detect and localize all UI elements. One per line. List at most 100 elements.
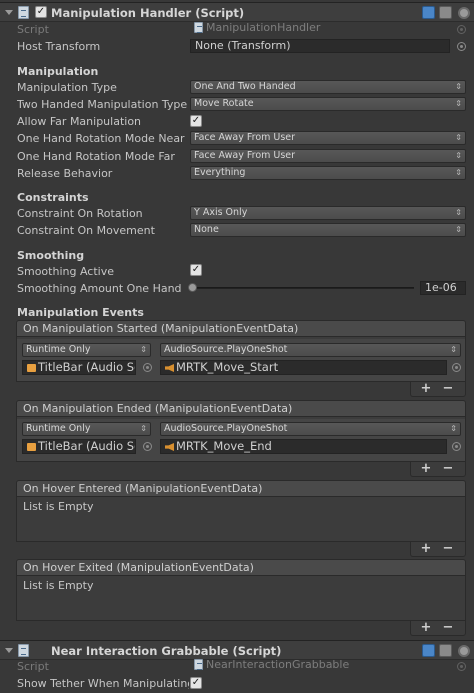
- constraint-rotation-dropdown[interactable]: Y Axis Only ⇕: [190, 206, 466, 220]
- rotation-near-dropdown[interactable]: Face Away From User ⇕: [190, 131, 466, 145]
- rotation-near-label: One Hand Rotation Mode Near: [17, 132, 185, 145]
- event-list-footer: + −: [410, 462, 466, 477]
- object-picker-icon[interactable]: [143, 363, 152, 372]
- script-field: NearInteractionGrabbable: [190, 659, 452, 673]
- preset-icon[interactable]: [439, 644, 452, 657]
- add-listener-button[interactable]: +: [419, 462, 433, 476]
- gameobject-icon: [27, 364, 36, 372]
- show-tether-checkbox[interactable]: ✓: [190, 677, 202, 689]
- target-object-field[interactable]: TitleBar (Audio So: [22, 360, 136, 375]
- section-manipulation-events: Manipulation Events: [17, 306, 144, 319]
- help-book-icon[interactable]: [422, 644, 435, 657]
- event-header-hover-entered: On Hover Entered (ManipulationEventData): [16, 480, 466, 497]
- constraint-rotation-value: Y Axis Only: [194, 207, 248, 218]
- section-smoothing: Smoothing: [17, 249, 85, 262]
- target-object-value: TitleBar (Audio So: [38, 439, 136, 453]
- dropdown-arrow-icon: ⇕: [450, 424, 457, 433]
- manipulation-type-dropdown[interactable]: One And Two Handed ⇕: [190, 80, 466, 94]
- object-picker-icon[interactable]: [452, 363, 461, 372]
- dropdown-arrow-icon: ⇕: [140, 424, 147, 433]
- two-handed-type-label: Two Handed Manipulation Type: [17, 98, 187, 111]
- event-list-footer: + −: [410, 542, 466, 557]
- release-behavior-value: Everything: [194, 167, 246, 178]
- add-listener-button[interactable]: +: [419, 542, 433, 556]
- component-enabled-checkbox[interactable]: ✓: [35, 6, 47, 18]
- gameobject-icon: [27, 443, 36, 451]
- add-listener-button[interactable]: +: [419, 621, 433, 635]
- rotation-near-value: Face Away From User: [194, 132, 296, 143]
- dropdown-arrow-icon: ⇕: [455, 133, 462, 142]
- help-book-icon[interactable]: [422, 6, 435, 19]
- component-title: Manipulation Handler (Script): [51, 6, 245, 20]
- dropdown-arrow-icon: ⇕: [455, 208, 462, 217]
- gear-icon[interactable]: [458, 645, 470, 657]
- component-title: Near Interaction Grabbable (Script): [51, 644, 282, 658]
- constraint-movement-value: None: [194, 224, 219, 235]
- section-manipulation: Manipulation: [17, 65, 99, 78]
- foldout-arrow-icon[interactable]: [5, 10, 13, 15]
- script-value: NearInteractionGrabbable: [206, 659, 350, 671]
- script-field: ManipulationHandler: [190, 22, 452, 36]
- object-picker-icon[interactable]: [143, 442, 152, 451]
- release-behavior-label: Release Behavior: [17, 167, 113, 180]
- component-header-near-interaction-grabbable[interactable]: Near Interaction Grabbable (Script): [0, 640, 474, 660]
- list-empty-text: List is Empty: [23, 500, 94, 513]
- runtime-dropdown[interactable]: Runtime Only ⇕: [22, 422, 151, 436]
- argument-object-field[interactable]: MRTK_Move_End: [160, 439, 447, 454]
- dropdown-arrow-icon: ⇕: [455, 151, 462, 160]
- audio-clip-icon: [165, 364, 174, 372]
- allow-far-label: Allow Far Manipulation: [17, 115, 142, 128]
- smoothing-amount-field[interactable]: 1e-06: [420, 281, 466, 295]
- two-handed-type-dropdown[interactable]: Move Rotate ⇕: [190, 97, 466, 111]
- target-object-field[interactable]: TitleBar (Audio So: [22, 439, 136, 454]
- dropdown-arrow-icon: ⇕: [455, 225, 462, 234]
- object-picker-icon[interactable]: [452, 442, 461, 451]
- function-value: AudioSource.PlayOneShot: [164, 423, 288, 434]
- dropdown-arrow-icon: ⇕: [140, 345, 147, 354]
- script-icon: [18, 644, 29, 657]
- rotation-far-value: Face Away From User: [194, 150, 296, 161]
- event-header-manipulation-ended: On Manipulation Ended (ManipulationEvent…: [16, 400, 466, 417]
- function-value: AudioSource.PlayOneShot: [164, 344, 288, 355]
- argument-value: MRTK_Move_End: [176, 439, 272, 453]
- script-icon: [18, 6, 29, 19]
- smoothing-slider-track[interactable]: [192, 287, 414, 289]
- object-picker-icon: [457, 25, 466, 34]
- foldout-arrow-icon[interactable]: [5, 648, 13, 653]
- event-header-hover-exited: On Hover Exited (ManipulationEventData): [16, 559, 466, 576]
- remove-listener-button[interactable]: −: [441, 462, 455, 476]
- target-object-value: TitleBar (Audio So: [38, 360, 136, 374]
- release-behavior-dropdown[interactable]: Everything ⇕: [190, 166, 466, 180]
- remove-listener-button[interactable]: −: [441, 621, 455, 635]
- smoothing-active-label: Smoothing Active: [17, 265, 114, 278]
- rotation-far-dropdown[interactable]: Face Away From User ⇕: [190, 149, 466, 163]
- add-listener-button[interactable]: +: [419, 382, 433, 396]
- preset-icon[interactable]: [439, 6, 452, 19]
- event-list-footer: + −: [410, 621, 466, 636]
- object-picker-icon: [457, 662, 466, 671]
- script-icon: [194, 22, 203, 33]
- rotation-far-label: One Hand Rotation Mode Far: [17, 150, 175, 163]
- object-picker-icon[interactable]: [457, 42, 466, 51]
- dropdown-arrow-icon: ⇕: [455, 99, 462, 108]
- host-transform-label: Host Transform: [17, 40, 101, 53]
- constraint-movement-dropdown[interactable]: None ⇕: [190, 223, 466, 237]
- remove-listener-button[interactable]: −: [441, 382, 455, 396]
- constraint-rotation-label: Constraint On Rotation: [17, 207, 143, 220]
- function-dropdown[interactable]: AudioSource.PlayOneShot ⇕: [160, 343, 461, 357]
- constraint-movement-label: Constraint On Movement: [17, 224, 155, 237]
- component-header-manipulation-handler[interactable]: ✓ Manipulation Handler (Script): [0, 2, 474, 22]
- dropdown-arrow-icon: ⇕: [455, 168, 462, 177]
- function-dropdown[interactable]: AudioSource.PlayOneShot ⇕: [160, 422, 461, 436]
- smoothing-slider-thumb[interactable]: [188, 283, 197, 292]
- dropdown-arrow-icon: ⇕: [450, 345, 457, 354]
- host-transform-field[interactable]: None (Transform): [190, 39, 450, 53]
- remove-listener-button[interactable]: −: [441, 542, 455, 556]
- gear-icon[interactable]: [458, 7, 470, 19]
- manipulation-type-value: One And Two Handed: [194, 81, 296, 92]
- allow-far-checkbox[interactable]: ✓: [190, 115, 202, 127]
- argument-object-field[interactable]: MRTK_Move_Start: [160, 360, 447, 375]
- smoothing-active-checkbox[interactable]: ✓: [190, 264, 202, 276]
- runtime-dropdown[interactable]: Runtime Only ⇕: [22, 343, 151, 357]
- manipulation-type-label: Manipulation Type: [17, 81, 117, 94]
